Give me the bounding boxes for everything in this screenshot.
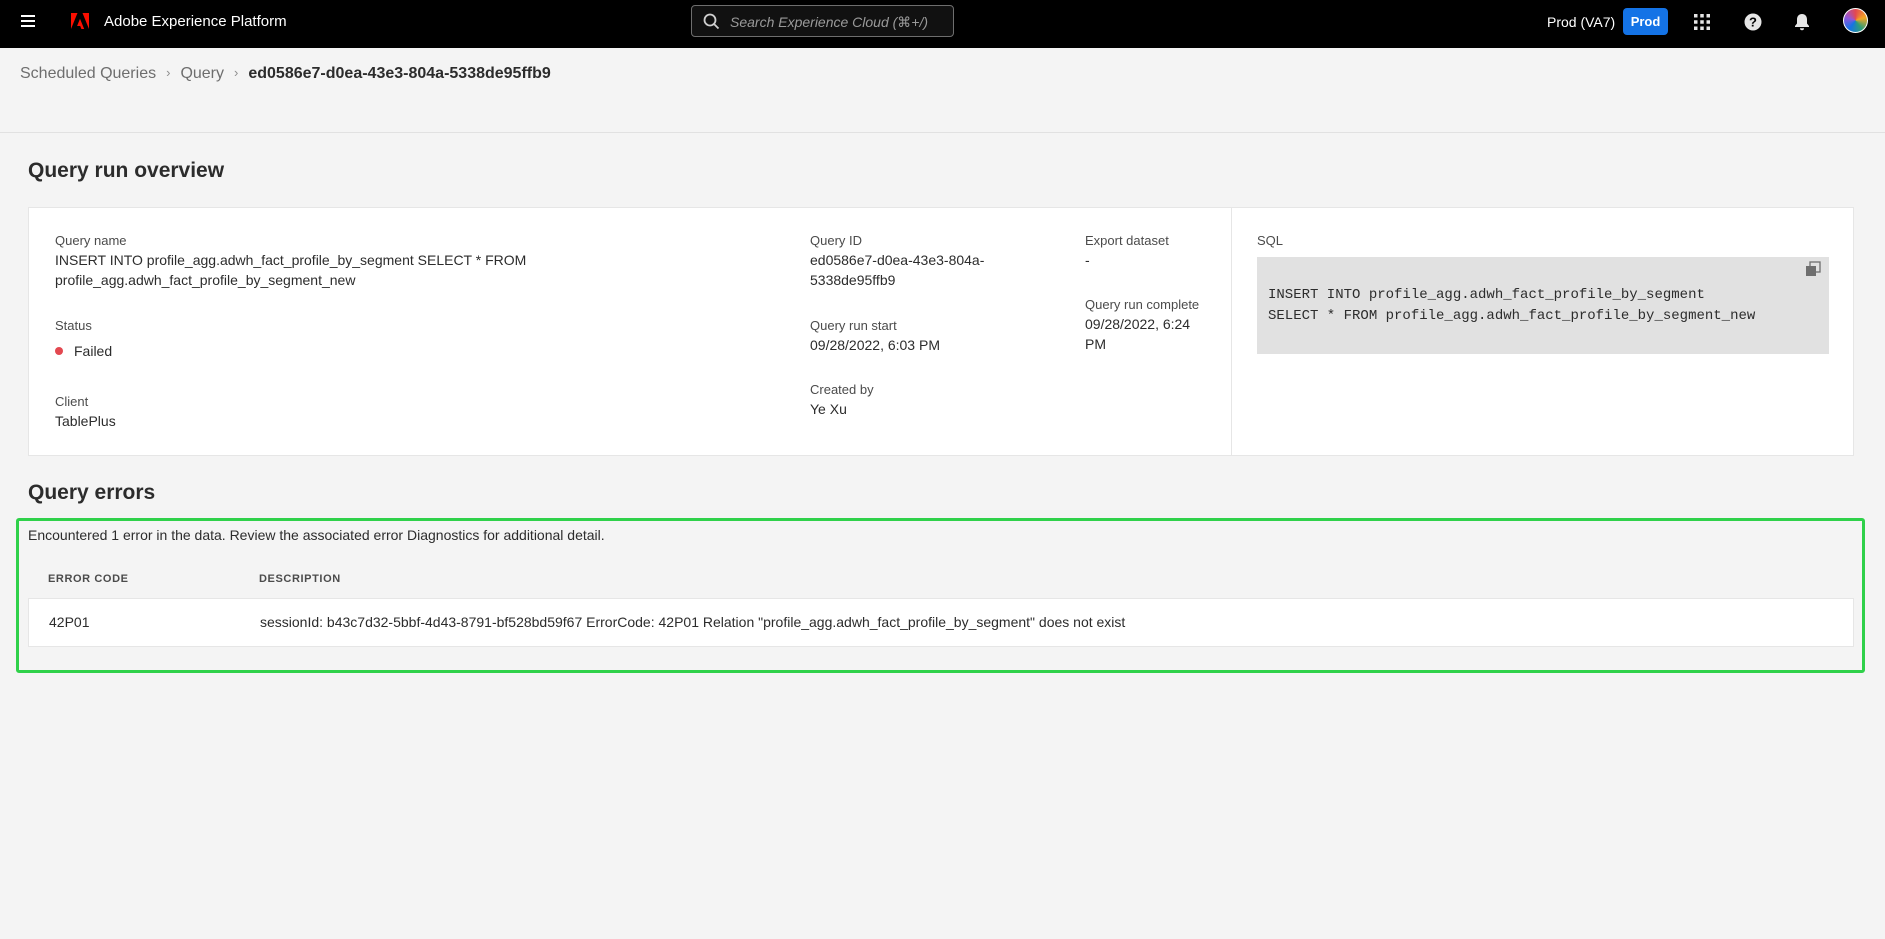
copy-icon[interactable] xyxy=(1804,260,1822,278)
sql-label: SQL xyxy=(1257,233,1284,248)
export-dataset-value: - xyxy=(1085,252,1090,268)
created-by-label: Created by xyxy=(810,382,874,397)
sql-code-block[interactable]: INSERT INTO profile_agg.adwh_fact_profil… xyxy=(1257,257,1829,354)
app-title[interactable]: Adobe Experience Platform xyxy=(104,13,287,30)
run-complete-label: Query run complete xyxy=(1085,297,1200,312)
header-divider xyxy=(0,132,1885,133)
query-id-value: ed0586e7-d0ea-43e3-804a- 5338de95ffb9 xyxy=(810,250,984,290)
environment-badge[interactable]: Prod xyxy=(1623,8,1668,35)
column-header-description[interactable]: DESCRIPTION xyxy=(259,573,341,585)
run-start-label: Query run start xyxy=(810,318,897,333)
chevron-right-icon: › xyxy=(166,65,171,80)
export-dataset-label: Export dataset xyxy=(1085,233,1169,248)
breadcrumb-current: ed0586e7-d0ea-43e3-804a-5338de95ffb9 xyxy=(248,65,551,82)
client-value: TablePlus xyxy=(55,413,116,429)
query-name-line: INSERT INTO profile_agg.adwh_fact_profil… xyxy=(55,252,527,268)
overview-title: Query run overview xyxy=(28,159,225,182)
sql-line: INSERT INTO profile_agg.adwh_fact_profil… xyxy=(1268,287,1705,303)
query-id-line: ed0586e7-d0ea-43e3-804a- xyxy=(810,252,985,268)
error-code-cell: 42P01 xyxy=(49,614,90,630)
status-value: Failed xyxy=(55,341,112,361)
search-icon xyxy=(703,13,720,30)
table-row[interactable]: 42P01 sessionId: b43c7d32-5bbf-4d43-8791… xyxy=(28,598,1854,647)
query-name-value: INSERT INTO profile_agg.adwh_fact_profil… xyxy=(55,250,526,290)
apps-grid-icon[interactable] xyxy=(1694,14,1710,30)
help-icon[interactable]: ? xyxy=(1744,13,1762,31)
error-description-cell: sessionId: b43c7d32-5bbf-4d43-8791-bf528… xyxy=(260,614,1126,630)
menu-icon[interactable] xyxy=(21,15,35,27)
search-placeholder: Search Experience Cloud (⌘+/) xyxy=(730,14,929,30)
run-complete-line: PM xyxy=(1085,336,1106,352)
top-bar: Adobe Experience Platform Search Experie… xyxy=(0,0,1885,48)
client-label: Client xyxy=(55,394,89,409)
card-divider xyxy=(1231,208,1232,455)
column-header-error-code[interactable]: ERROR CODE xyxy=(48,573,129,585)
status-text: Failed xyxy=(74,343,113,359)
query-id-label: Query ID xyxy=(810,233,863,248)
notification-bell-icon[interactable] xyxy=(1794,13,1810,31)
search-input[interactable]: Search Experience Cloud (⌘+/) xyxy=(691,5,954,37)
sql-line: SELECT * FROM profile_agg.adwh_fact_prof… xyxy=(1268,308,1756,324)
breadcrumb-scheduled-queries[interactable]: Scheduled Queries xyxy=(20,65,156,82)
overview-card: Query name INSERT INTO profile_agg.adwh_… xyxy=(28,207,1854,456)
errors-summary: Encountered 1 error in the data. Review … xyxy=(28,527,605,543)
query-id-line: 5338de95ffb9 xyxy=(810,272,896,288)
errors-title: Query errors xyxy=(28,481,156,504)
breadcrumb: Scheduled Queries › Query › ed0586e7-d0ea-43… xyxy=(20,65,551,83)
avatar[interactable] xyxy=(1843,8,1868,33)
created-by-value: Ye Xu xyxy=(810,401,847,417)
run-complete-value: 09/28/2022, 6:24 PM xyxy=(1085,314,1190,354)
sql-code: INSERT INTO profile_agg.adwh_fact_profil… xyxy=(1268,285,1755,327)
svg-text:?: ? xyxy=(1749,15,1757,30)
breadcrumb-query[interactable]: Query xyxy=(180,65,224,82)
status-label: Status xyxy=(55,318,92,333)
run-complete-line: 09/28/2022, 6:24 xyxy=(1085,316,1191,332)
org-switcher[interactable]: Prod (VA7) xyxy=(1547,14,1615,30)
status-failed-indicator xyxy=(55,347,63,355)
run-start-value: 09/28/2022, 6:03 PM xyxy=(810,337,940,353)
query-name-label: Query name xyxy=(55,233,127,248)
query-name-line: profile_agg.adwh_fact_profile_by_segment… xyxy=(55,272,356,288)
chevron-right-icon: › xyxy=(234,65,239,80)
adobe-logo-icon[interactable] xyxy=(71,13,89,29)
